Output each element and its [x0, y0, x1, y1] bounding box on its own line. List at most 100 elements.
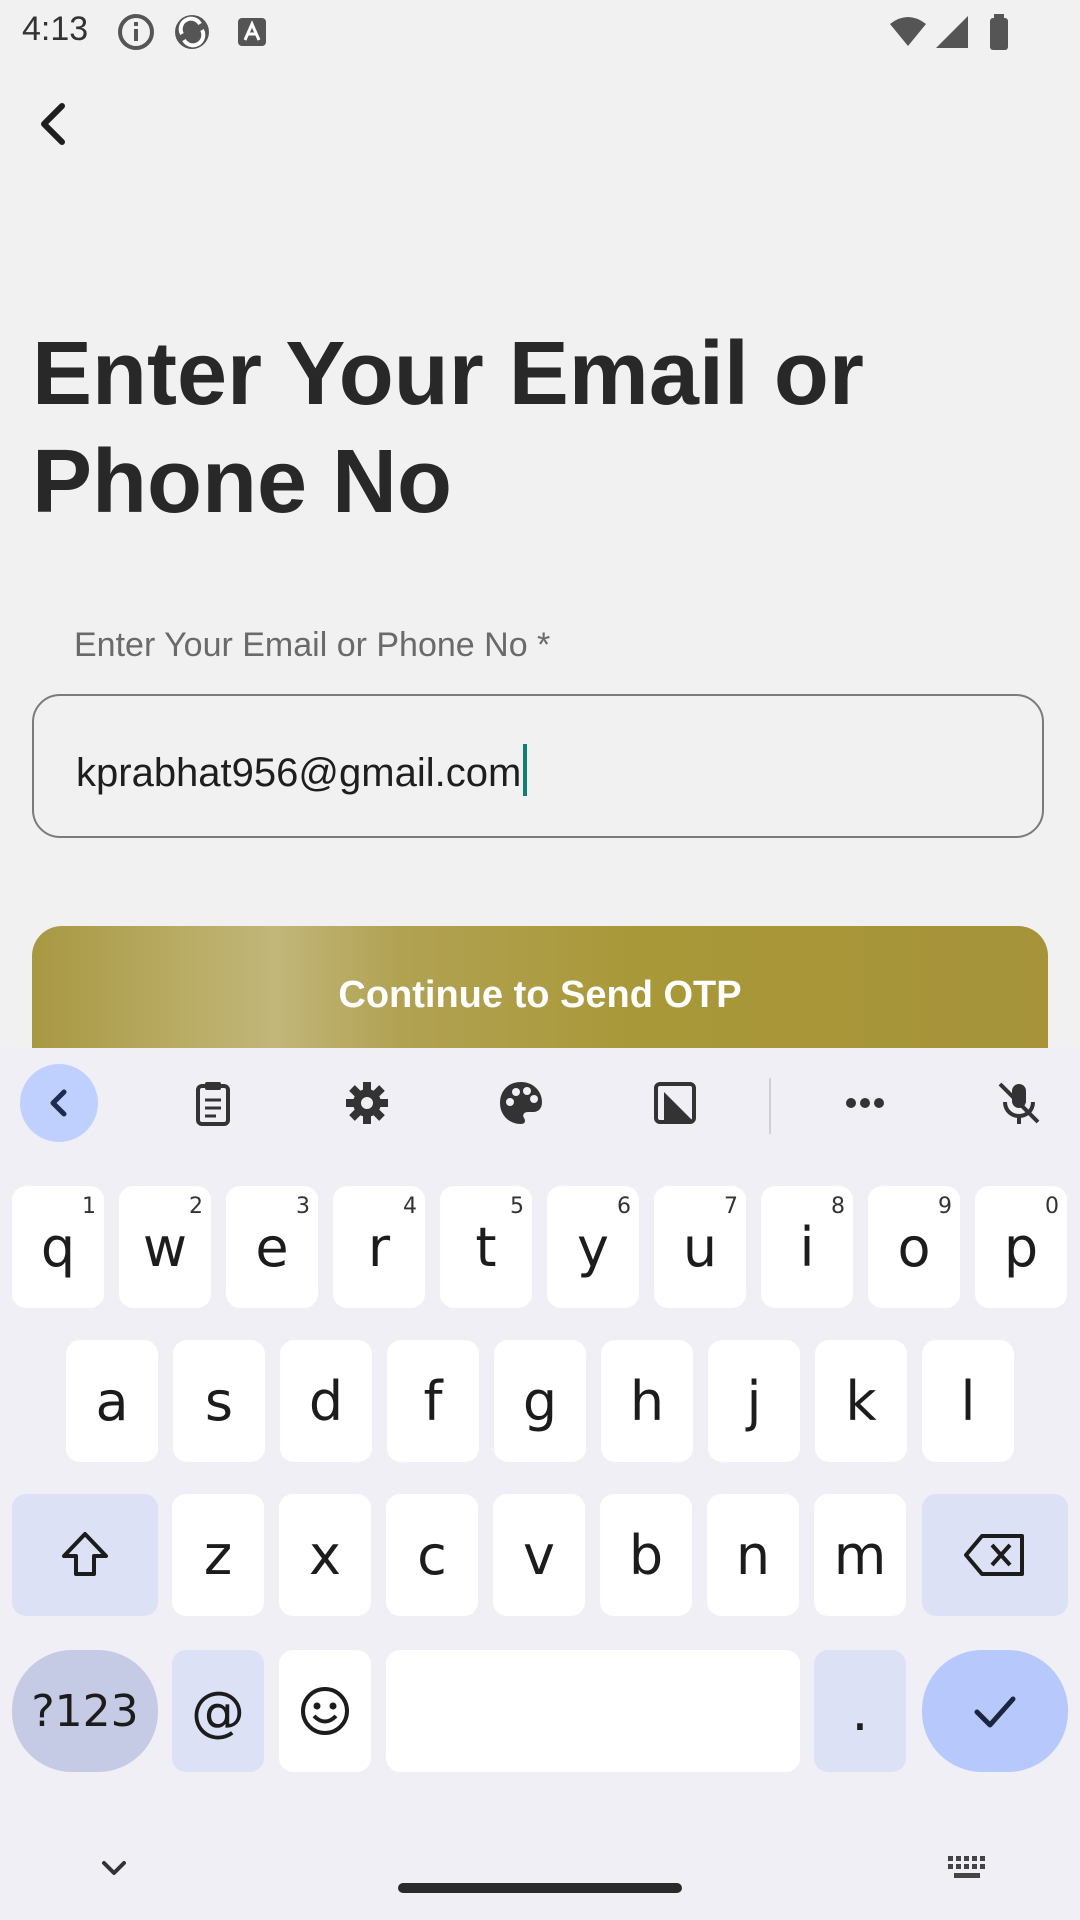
symbols-key[interactable]: ?123: [12, 1650, 158, 1772]
clipboard-icon: [196, 1082, 230, 1126]
key-label: t: [475, 1215, 497, 1279]
key-number-hint: 0: [1045, 1194, 1059, 1219]
key-label: d: [308, 1369, 344, 1433]
battery-icon: [980, 12, 1020, 52]
back-button[interactable]: [22, 88, 94, 160]
done-key[interactable]: [922, 1650, 1068, 1772]
key-label: o: [897, 1215, 931, 1279]
key-number-hint: 6: [617, 1194, 631, 1219]
key-d[interactable]: d: [280, 1340, 372, 1462]
key-label: s: [204, 1369, 234, 1433]
key-w[interactable]: w2: [119, 1186, 211, 1308]
key-f[interactable]: f: [387, 1340, 479, 1462]
key-e[interactable]: e3: [226, 1186, 318, 1308]
key-k[interactable]: k: [815, 1340, 907, 1462]
keyboard-hide-button[interactable]: [92, 1846, 136, 1890]
key-label: n: [735, 1523, 771, 1587]
key-x[interactable]: x: [279, 1494, 371, 1616]
key-t[interactable]: t5: [440, 1186, 532, 1308]
key-y[interactable]: y6: [547, 1186, 639, 1308]
key-s[interactable]: s: [173, 1340, 265, 1462]
period-key[interactable]: .: [814, 1650, 906, 1772]
wifi-icon: [888, 12, 928, 52]
chevron-left-icon: [41, 103, 65, 145]
key-label: p: [1003, 1215, 1039, 1279]
key-a[interactable]: a: [66, 1340, 158, 1462]
key-i[interactable]: i8: [761, 1186, 853, 1308]
status-bar: 4:13: [0, 0, 1080, 64]
keyboard-app-icon: [232, 12, 272, 52]
sync-app-icon: [172, 12, 212, 52]
checkmark-icon: [974, 1696, 1016, 1728]
gear-icon: [346, 1082, 388, 1124]
key-label: k: [845, 1369, 877, 1433]
key-label: a: [95, 1369, 129, 1433]
one-handed-button[interactable]: [636, 1064, 714, 1142]
smiley-icon: [301, 1687, 349, 1735]
key-label: z: [203, 1523, 233, 1587]
key-number-hint: 1: [82, 1194, 96, 1219]
key-u[interactable]: u7: [654, 1186, 746, 1308]
emoji-key[interactable]: [279, 1650, 371, 1772]
key-number-hint: 4: [403, 1194, 417, 1219]
key-label: c: [417, 1523, 447, 1587]
status-time: 4:13: [22, 10, 89, 48]
space-key[interactable]: [386, 1650, 800, 1772]
key-o[interactable]: o9: [868, 1186, 960, 1308]
key-label: e: [255, 1215, 289, 1279]
resize-icon: [654, 1082, 696, 1124]
key-r[interactable]: r4: [333, 1186, 425, 1308]
email-field-label: Enter Your Email or Phone No *: [74, 626, 551, 664]
key-label: j: [746, 1369, 762, 1433]
key-l[interactable]: l: [922, 1340, 1014, 1462]
settings-button[interactable]: [328, 1064, 406, 1142]
text-caret: [523, 744, 528, 796]
key-number-hint: 8: [831, 1194, 845, 1219]
key-label: m: [833, 1523, 887, 1587]
more-options-button[interactable]: [826, 1064, 904, 1142]
palette-icon: [500, 1082, 542, 1124]
key-b[interactable]: b: [600, 1494, 692, 1616]
at-key[interactable]: @: [172, 1650, 264, 1772]
key-v[interactable]: v: [493, 1494, 585, 1616]
key-z[interactable]: z: [172, 1494, 264, 1616]
key-h[interactable]: h: [601, 1340, 693, 1462]
signal-icon: [932, 12, 972, 52]
clipboard-button[interactable]: [174, 1064, 252, 1142]
toolbar-divider: [769, 1078, 771, 1134]
keyboard-collapse-button[interactable]: [20, 1064, 98, 1142]
email-field-value[interactable]: kprabhat956@gmail.com: [76, 744, 528, 796]
theme-button[interactable]: [482, 1064, 560, 1142]
voice-input-button[interactable]: [980, 1064, 1058, 1142]
key-label: x: [309, 1523, 341, 1587]
key-number-hint: 9: [938, 1194, 952, 1219]
key-label: y: [577, 1215, 609, 1279]
shift-key[interactable]: [12, 1494, 158, 1616]
key-label: f: [423, 1369, 443, 1433]
keyboard-switch-button[interactable]: [944, 1846, 992, 1890]
key-m[interactable]: m: [814, 1494, 906, 1616]
key-n[interactable]: n: [707, 1494, 799, 1616]
chevron-left-icon: [50, 1089, 67, 1117]
backspace-key[interactable]: [922, 1494, 1068, 1616]
key-number-hint: 2: [189, 1194, 203, 1219]
key-label: u: [682, 1215, 718, 1279]
key-c[interactable]: c: [386, 1494, 478, 1616]
key-g[interactable]: g: [494, 1340, 586, 1462]
continue-send-otp-button[interactable]: Continue to Send OTP: [32, 926, 1048, 1050]
key-p[interactable]: p0: [975, 1186, 1067, 1308]
key-label: v: [523, 1523, 555, 1587]
home-indicator[interactable]: [398, 1883, 682, 1893]
key-number-hint: 3: [296, 1194, 310, 1219]
mic-off-icon: [998, 1082, 1040, 1124]
keyboard-icon: [948, 1856, 985, 1878]
key-j[interactable]: j: [708, 1340, 800, 1462]
key-number-hint: 7: [724, 1194, 738, 1219]
shift-icon: [62, 1532, 108, 1576]
page-title: Enter Your Email or Phone No: [32, 324, 864, 532]
key-q[interactable]: q1: [12, 1186, 104, 1308]
backspace-icon: [964, 1534, 1024, 1576]
email-field[interactable]: kprabhat956@gmail.com: [32, 694, 1044, 838]
key-label: b: [628, 1523, 664, 1587]
key-label: r: [367, 1215, 391, 1279]
